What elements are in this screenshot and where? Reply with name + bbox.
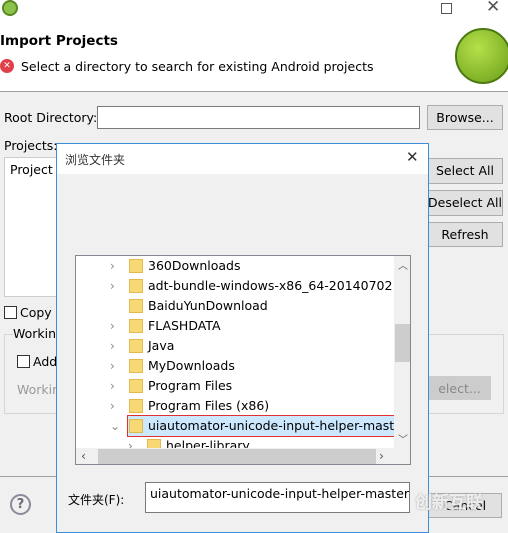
projects-table[interactable] bbox=[4, 157, 64, 297]
horizontal-scrollbar[interactable]: ‹ › bbox=[76, 448, 410, 464]
tree-item-label: adt-bundle-windows-x86_64-20140702 bbox=[148, 278, 393, 293]
tree-item[interactable]: › 360Downloads bbox=[76, 256, 394, 276]
add-label: Add bbox=[33, 354, 58, 369]
vertical-scroll-thumb[interactable] bbox=[395, 324, 410, 362]
chevron-right-icon[interactable]: › bbox=[128, 436, 133, 448]
working-sets-label: Workin bbox=[17, 382, 61, 397]
chevron-right-icon[interactable]: › bbox=[110, 316, 115, 336]
tree-item-label: Program Files (x86) bbox=[148, 398, 270, 413]
help-icon[interactable]: ? bbox=[10, 494, 31, 515]
watermark-logo: 创新互联 bbox=[415, 493, 483, 513]
scroll-right-arrow[interactable]: › bbox=[379, 448, 384, 463]
tree-item[interactable]: ⌄ uiautomator-unicode-input-helper-master bbox=[110, 415, 394, 437]
project-column-header: Project t bbox=[10, 162, 62, 177]
chevron-right-icon[interactable]: › bbox=[110, 356, 115, 376]
chevron-right-icon[interactable]: › bbox=[110, 396, 115, 416]
android-logo bbox=[455, 28, 508, 84]
root-directory-input[interactable] bbox=[97, 106, 420, 129]
tree-item-label: helper-library bbox=[166, 438, 250, 448]
chevron-right-icon[interactable]: › bbox=[110, 376, 115, 396]
folder-icon bbox=[147, 439, 161, 448]
chevron-down-icon[interactable]: ⌄ bbox=[110, 416, 120, 436]
scroll-up-arrow[interactable]: ︿ bbox=[398, 257, 408, 272]
tree-item-label: 360Downloads bbox=[148, 258, 241, 273]
folder-icon bbox=[129, 379, 143, 393]
folder-icon bbox=[129, 419, 143, 433]
browse-button[interactable]: Browse... bbox=[427, 105, 503, 130]
scroll-left-arrow[interactable]: ‹ bbox=[81, 448, 86, 463]
folder-icon bbox=[129, 359, 143, 373]
tree-item[interactable]: › MyDownloads bbox=[76, 356, 394, 376]
folder-tree[interactable]: › 360Downloads › adt-bundle-windows-x86_64-… bbox=[75, 255, 411, 465]
tree-item[interactable]: › Program Files bbox=[76, 376, 394, 396]
working-sets-title: Workin bbox=[13, 326, 57, 341]
tree-item-label: Java bbox=[148, 338, 175, 353]
page-title: Import Projects bbox=[0, 33, 118, 49]
projects-label: Projects: bbox=[4, 138, 58, 153]
folder-icon bbox=[129, 259, 143, 273]
dialog-title: 浏览文件夹 bbox=[65, 153, 126, 167]
tree-item[interactable]: › Java bbox=[76, 336, 394, 356]
status-message: Select a directory to search for existin… bbox=[21, 59, 374, 74]
chevron-right-icon[interactable]: › bbox=[110, 256, 115, 276]
tree-item-label: FLASHDATA bbox=[148, 318, 221, 333]
tree-item[interactable]: › Program Files (x86) bbox=[76, 396, 394, 416]
close-window-button[interactable]: ✕ bbox=[486, 0, 500, 17]
app-icon bbox=[2, 0, 18, 16]
tree-item[interactable]: › adt-bundle-windows-x86_64-20140702 bbox=[76, 276, 394, 296]
horizontal-scroll-thumb[interactable] bbox=[98, 449, 376, 464]
add-working-set-checkbox[interactable] bbox=[17, 355, 30, 368]
folder-icon bbox=[129, 399, 143, 413]
tree-item-label: BaiduYunDownload bbox=[148, 298, 268, 313]
select-working-set-button[interactable]: elect... bbox=[428, 376, 491, 400]
folder-icon bbox=[129, 299, 143, 313]
tree-item-label: uiautomator-unicode-input-helper-master bbox=[148, 418, 394, 433]
tree-item[interactable]: › FLASHDATA bbox=[76, 316, 394, 336]
dialog-close-button[interactable]: ✕ bbox=[406, 148, 419, 166]
vertical-scrollbar[interactable]: ︿ ﹀ bbox=[394, 256, 410, 448]
root-directory-label: Root Directory: bbox=[4, 110, 98, 125]
deselect-all-button[interactable]: Deselect All bbox=[427, 190, 503, 216]
select-all-button[interactable]: Select All bbox=[427, 158, 503, 184]
tree-item-label: MyDownloads bbox=[148, 358, 235, 373]
folder-icon bbox=[129, 339, 143, 353]
chevron-right-icon[interactable]: › bbox=[110, 276, 115, 296]
folder-icon bbox=[129, 279, 143, 293]
chevron-right-icon[interactable]: › bbox=[110, 336, 115, 356]
tree-item-label: Program Files bbox=[148, 378, 233, 393]
folder-icon bbox=[129, 319, 143, 333]
refresh-button[interactable]: Refresh bbox=[427, 222, 503, 247]
error-icon: ✕ bbox=[0, 59, 14, 73]
tree-item[interactable]: BaiduYunDownload bbox=[76, 296, 394, 316]
folder-label: 文件夹(F): bbox=[68, 493, 125, 507]
maximize-button[interactable] bbox=[441, 3, 452, 14]
folder-input[interactable]: uiautomator-unicode-input-helper-master bbox=[145, 482, 410, 513]
copy-checkbox[interactable] bbox=[4, 306, 17, 319]
scroll-down-arrow[interactable]: ﹀ bbox=[398, 431, 408, 446]
tree-item[interactable]: › helper-library bbox=[76, 436, 394, 448]
